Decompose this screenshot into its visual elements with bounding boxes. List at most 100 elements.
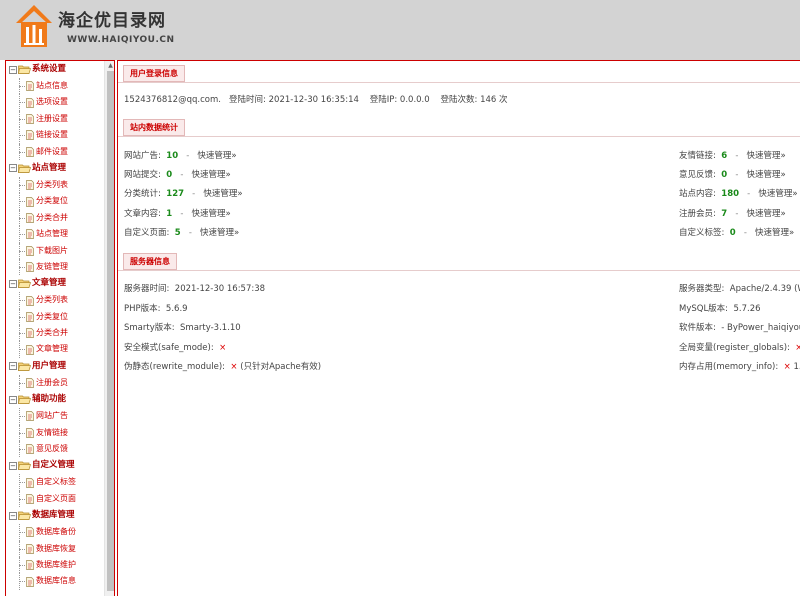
sidebar-item[interactable]: 下载图片 bbox=[6, 242, 104, 260]
quick-manage-link[interactable]: 快速管理» bbox=[747, 151, 786, 161]
stat-label: 自定义页面: bbox=[124, 228, 170, 238]
server-info-label: 伪静态(rewrite_module): bbox=[124, 362, 226, 372]
quick-manage-link[interactable]: 快速管理» bbox=[747, 170, 786, 180]
stat-row: 自定义页面: 5 - 快速管理» bbox=[124, 226, 239, 238]
sidebar-item-label[interactable]: 自定义页面 bbox=[36, 494, 76, 503]
collapse-toggle-icon[interactable]: − bbox=[9, 164, 17, 173]
quick-manage-link[interactable]: 快速管理» bbox=[755, 228, 794, 238]
collapse-toggle-icon[interactable]: − bbox=[9, 65, 17, 74]
sidebar-group-0[interactable]: − 系统设置 bbox=[6, 61, 104, 78]
disabled-x-icon: × bbox=[230, 362, 238, 372]
sidebar-item-label[interactable]: 分类列表 bbox=[36, 180, 68, 189]
user-email: 1524376812@qq.com bbox=[124, 95, 219, 105]
sidebar-item[interactable]: 文章管理 bbox=[6, 341, 104, 359]
sidebar-item[interactable]: 注册设置 bbox=[6, 110, 104, 128]
sidebar-item[interactable]: 数据库信息 bbox=[6, 573, 104, 591]
collapse-toggle-icon[interactable]: − bbox=[9, 395, 17, 404]
sidebar-group-1[interactable]: − 站点管理 bbox=[6, 160, 104, 177]
sidebar-item-label[interactable]: 意见反馈 bbox=[36, 444, 68, 453]
server-info-row: 安全模式(safe_mode): × bbox=[124, 341, 229, 353]
sidebar-item-label[interactable]: 分类合并 bbox=[36, 213, 68, 222]
sidebar-group-4[interactable]: − 辅助功能 bbox=[6, 391, 104, 408]
stat-label: 意见反馈: bbox=[679, 170, 716, 180]
sidebar-item[interactable]: 链接设置 bbox=[6, 127, 104, 144]
sidebar-item[interactable]: 数据库恢复 bbox=[6, 540, 104, 558]
login-time-label: 登陆时间: bbox=[229, 95, 266, 105]
sidebar-item-label[interactable]: 注册会员 bbox=[36, 378, 68, 387]
sidebar-item-label[interactable]: 注册设置 bbox=[36, 114, 68, 123]
sidebar-item[interactable]: 分类合并 bbox=[6, 209, 104, 227]
scrollbar-thumb[interactable] bbox=[107, 71, 114, 591]
collapse-toggle-icon[interactable]: − bbox=[9, 511, 17, 520]
sidebar-item[interactable]: 选项设置 bbox=[6, 94, 104, 112]
quick-manage-link[interactable]: 快速管理» bbox=[192, 170, 231, 180]
sidebar-item[interactable]: 分类列表 bbox=[6, 292, 104, 310]
stat-label: 注册会员: bbox=[679, 209, 716, 219]
collapse-toggle-icon[interactable]: − bbox=[9, 461, 17, 470]
sidebar-item-label[interactable]: 分类合并 bbox=[36, 328, 68, 337]
sidebar-item-label[interactable]: 分类复位 bbox=[36, 196, 68, 205]
sidebar-scrollbar[interactable]: ▲ bbox=[104, 61, 114, 596]
sidebar-item[interactable]: 意见反馈 bbox=[6, 441, 104, 458]
sidebar-item-label[interactable]: 下载图片 bbox=[36, 246, 68, 255]
quick-manage-link[interactable]: 快速管理» bbox=[192, 209, 231, 219]
sidebar-item[interactable]: 分类合并 bbox=[6, 325, 104, 342]
site-title: 海企优目录网 bbox=[58, 11, 166, 31]
sidebar-item[interactable]: 分类复位 bbox=[6, 308, 104, 326]
sidebar-item-label[interactable]: 友情链接 bbox=[36, 428, 68, 437]
document-icon bbox=[26, 81, 36, 92]
quick-manage-link[interactable]: 快速管理» bbox=[197, 151, 236, 161]
sidebar-item[interactable]: 注册会员 bbox=[6, 374, 104, 392]
sidebar-item-label[interactable]: 网站广告 bbox=[36, 411, 68, 420]
sidebar-item[interactable]: 数据库维护 bbox=[6, 556, 104, 574]
sidebar-item-label[interactable]: 数据库维护 bbox=[36, 560, 76, 569]
sidebar-group-2[interactable]: − 文章管理 bbox=[6, 275, 104, 292]
collapse-toggle-icon[interactable]: − bbox=[9, 279, 17, 288]
sidebar-item[interactable]: 站点信息 bbox=[6, 78, 104, 95]
sidebar-item-label[interactable]: 链接设置 bbox=[36, 130, 68, 139]
sidebar-item-label[interactable]: 自定义标签 bbox=[36, 477, 76, 486]
sidebar-item-label[interactable]: 邮件设置 bbox=[36, 147, 68, 156]
sidebar-group-label: 自定义管理 bbox=[32, 460, 75, 471]
quick-manage-link[interactable]: 快速管理» bbox=[747, 209, 786, 219]
sidebar-group-label: 文章管理 bbox=[32, 278, 67, 289]
scroll-up-arrow-icon[interactable]: ▲ bbox=[105, 61, 114, 71]
server-info-label: PHP版本: bbox=[124, 304, 161, 314]
sidebar-item[interactable]: 邮件设置 bbox=[6, 143, 104, 161]
sidebar-group-3[interactable]: − 用户管理 bbox=[6, 358, 104, 375]
document-icon bbox=[26, 328, 36, 339]
sidebar-item[interactable]: 友情链接 bbox=[6, 424, 104, 442]
sidebar-item[interactable]: 自定义标签 bbox=[6, 474, 104, 492]
sidebar-item-label[interactable]: 数据库备份 bbox=[36, 527, 76, 536]
sidebar-item-label[interactable]: 数据库恢复 bbox=[36, 544, 76, 553]
collapse-toggle-icon[interactable]: − bbox=[9, 362, 17, 371]
sidebar-group-6[interactable]: − 数据库管理 bbox=[6, 507, 104, 524]
server-info-label: 安全模式(safe_mode): bbox=[124, 343, 214, 353]
server-info-label: 全局变量(register_globals): bbox=[679, 343, 790, 353]
sidebar-item-label[interactable]: 文章管理 bbox=[36, 344, 68, 353]
sidebar-item-label[interactable]: 站点管理 bbox=[36, 229, 68, 238]
sidebar-item-label[interactable]: 站点信息 bbox=[36, 81, 68, 90]
sidebar-item[interactable]: 站点管理 bbox=[6, 226, 104, 243]
sidebar-item[interactable]: 自定义页面 bbox=[6, 490, 104, 508]
sidebar-item-label[interactable]: 分类复位 bbox=[36, 312, 68, 321]
server-info-value: - ByPower_haiqiyou.c bbox=[721, 323, 800, 333]
sidebar-item[interactable]: 数据库备份 bbox=[6, 524, 104, 541]
server-info-value: (只针对Apache有效) bbox=[240, 362, 322, 372]
sidebar-item[interactable]: 分类复位 bbox=[6, 193, 104, 211]
sidebar-group-5[interactable]: − 自定义管理 bbox=[6, 457, 104, 474]
sidebar-item[interactable]: 网站广告 bbox=[6, 408, 104, 426]
sidebar-item-label[interactable]: 选项设置 bbox=[36, 97, 68, 106]
server-info-value: 5.6.9 bbox=[165, 304, 188, 314]
document-icon bbox=[26, 97, 36, 108]
sidebar-item-label[interactable]: 数据库信息 bbox=[36, 576, 76, 585]
stat-value: 6 bbox=[721, 151, 728, 161]
sidebar-item[interactable]: 分类列表 bbox=[6, 176, 104, 194]
quick-manage-link[interactable]: 快速管理» bbox=[758, 189, 797, 199]
sidebar-item-label[interactable]: 分类列表 bbox=[36, 295, 68, 304]
sidebar-item[interactable]: 友链管理 bbox=[6, 258, 104, 276]
quick-manage-link[interactable]: 快速管理» bbox=[203, 189, 242, 199]
sidebar-item-label[interactable]: 友链管理 bbox=[36, 262, 68, 271]
quick-manage-link[interactable]: 快速管理» bbox=[200, 228, 239, 238]
stat-row: 站点内容: 180 - 快速管理» bbox=[679, 187, 798, 199]
